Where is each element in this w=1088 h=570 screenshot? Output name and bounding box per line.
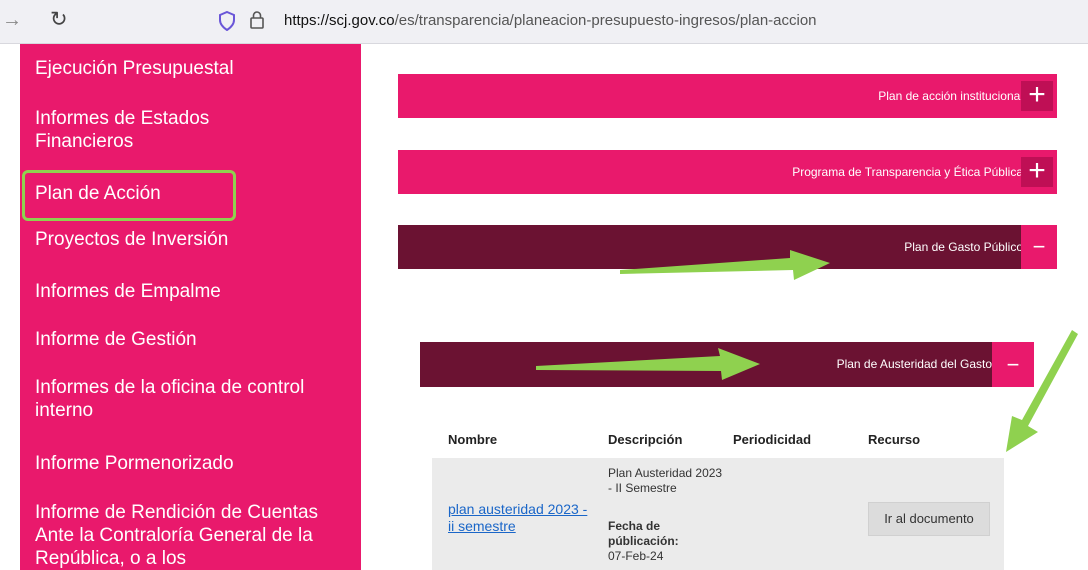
column-header-periodicidad: Periodicidad	[733, 432, 812, 447]
accordion-label: Plan de Austeridad del Gasto	[836, 357, 992, 371]
accordion-programa-transparencia[interactable]: Programa de Transparencia y Ética Públic…	[398, 150, 1057, 194]
sidebar-item-ejecucion-presupuestal[interactable]: Ejecución Presupuestal	[35, 57, 355, 80]
sidebar-item-informe-pormenorizado[interactable]: Informe Pormenorizado	[35, 452, 355, 475]
column-header-nombre: Nombre	[448, 432, 498, 447]
sidebar-item-informes-control-interno[interactable]: Informes de la oficina de control intern…	[35, 376, 345, 422]
sidebar: Ejecución Presupuestal Informes de Estad…	[20, 44, 361, 570]
sidebar-item-informe-de-gestion[interactable]: Informe de Gestión	[35, 328, 355, 351]
publication-date-value: 07-Feb-24	[608, 549, 664, 563]
reload-icon[interactable]: ↻	[50, 7, 68, 32]
url-host: https://scj.gov.co	[284, 12, 395, 29]
plus-icon[interactable]: +	[1021, 80, 1053, 111]
browser-url-bar: → ↻ https://scj.gov.co/es/transparencia/…	[0, 0, 1088, 44]
accordion-label: Plan de Gasto Público	[904, 240, 1023, 254]
column-header-descripcion: Descripción	[608, 432, 683, 447]
document-name-link[interactable]: plan austeridad 2023 - ii semestre	[448, 501, 588, 535]
plus-icon[interactable]: +	[1021, 156, 1053, 187]
open-document-button[interactable]: Ir al documento	[868, 502, 990, 536]
publication-date-label: Fecha de públicación:	[608, 519, 679, 548]
accordion-label: Plan de acción institucional	[878, 89, 1023, 103]
sidebar-item-informes-de-empalme[interactable]: Informes de Empalme	[35, 280, 355, 303]
minus-icon[interactable]: −	[1021, 225, 1057, 269]
lock-icon[interactable]	[249, 10, 265, 30]
sidebar-item-proyectos-de-inversion[interactable]: Proyectos de Inversión	[35, 228, 355, 251]
column-header-recurso: Recurso	[868, 432, 921, 447]
green-arrow-icon	[1006, 330, 1078, 452]
url-path: /es/transparencia/planeacion-presupuesto…	[394, 12, 817, 29]
accordion-label: Programa de Transparencia y Ética Públic…	[792, 165, 1023, 179]
sidebar-item-informe-rendicion-cuentas[interactable]: Informe de Rendición de Cuentas Ante la …	[35, 501, 335, 570]
url-text[interactable]: https://scj.gov.co/es/transparencia/plan…	[284, 12, 817, 29]
green-arrow-icon	[620, 250, 830, 280]
sidebar-item-informes-estados-financieros[interactable]: Informes de Estados Financieros	[35, 107, 255, 153]
back-arrow-icon[interactable]: →	[2, 9, 22, 32]
green-arrow-icon	[536, 348, 760, 380]
shield-icon[interactable]	[219, 11, 235, 31]
accordion-plan-accion-institucional[interactable]: Plan de acción institucional +	[398, 74, 1057, 118]
document-description: Plan Austeridad 2023 - II Semestre	[608, 466, 723, 495]
sidebar-item-plan-de-accion[interactable]: Plan de Acción	[35, 182, 355, 205]
